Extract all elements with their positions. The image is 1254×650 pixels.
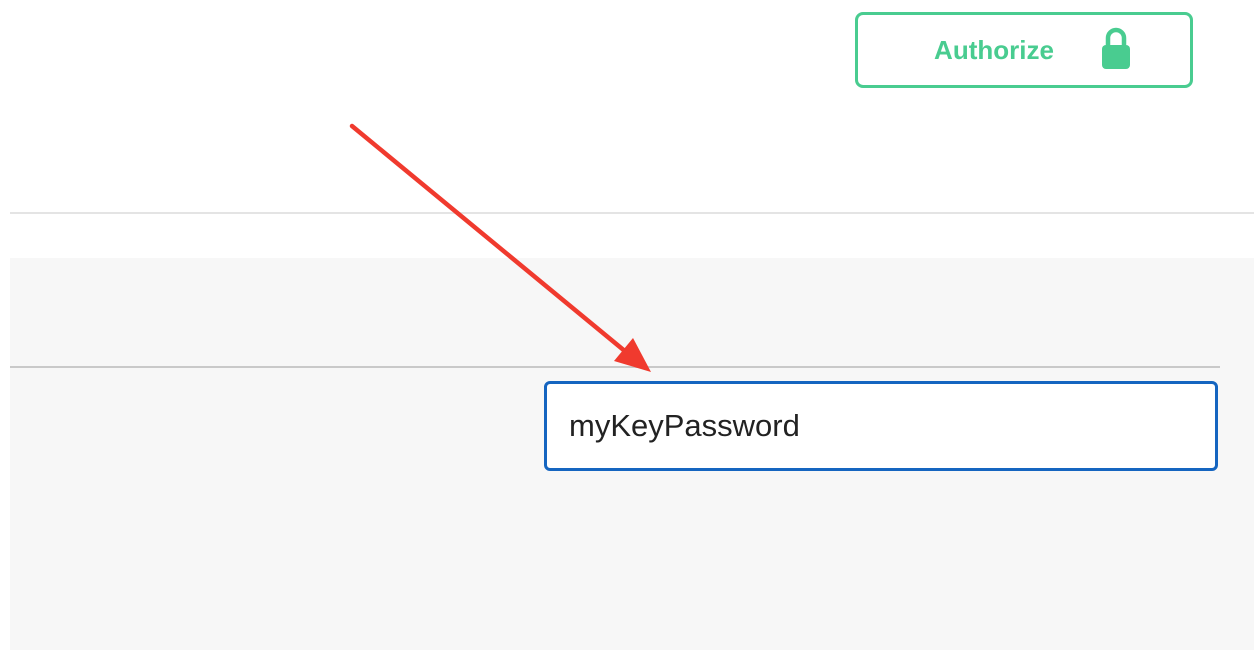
authorize-button[interactable]: Authorize [855, 12, 1193, 88]
top-bar: Authorize [0, 0, 1254, 214]
auth-panel [10, 258, 1254, 650]
page: Authorize [0, 0, 1254, 650]
header-divider [10, 212, 1254, 214]
panel-divider [10, 366, 1220, 368]
lock-icon [1101, 27, 1130, 69]
key-password-input[interactable] [544, 381, 1218, 471]
authorize-label: Authorize [934, 34, 1054, 65]
